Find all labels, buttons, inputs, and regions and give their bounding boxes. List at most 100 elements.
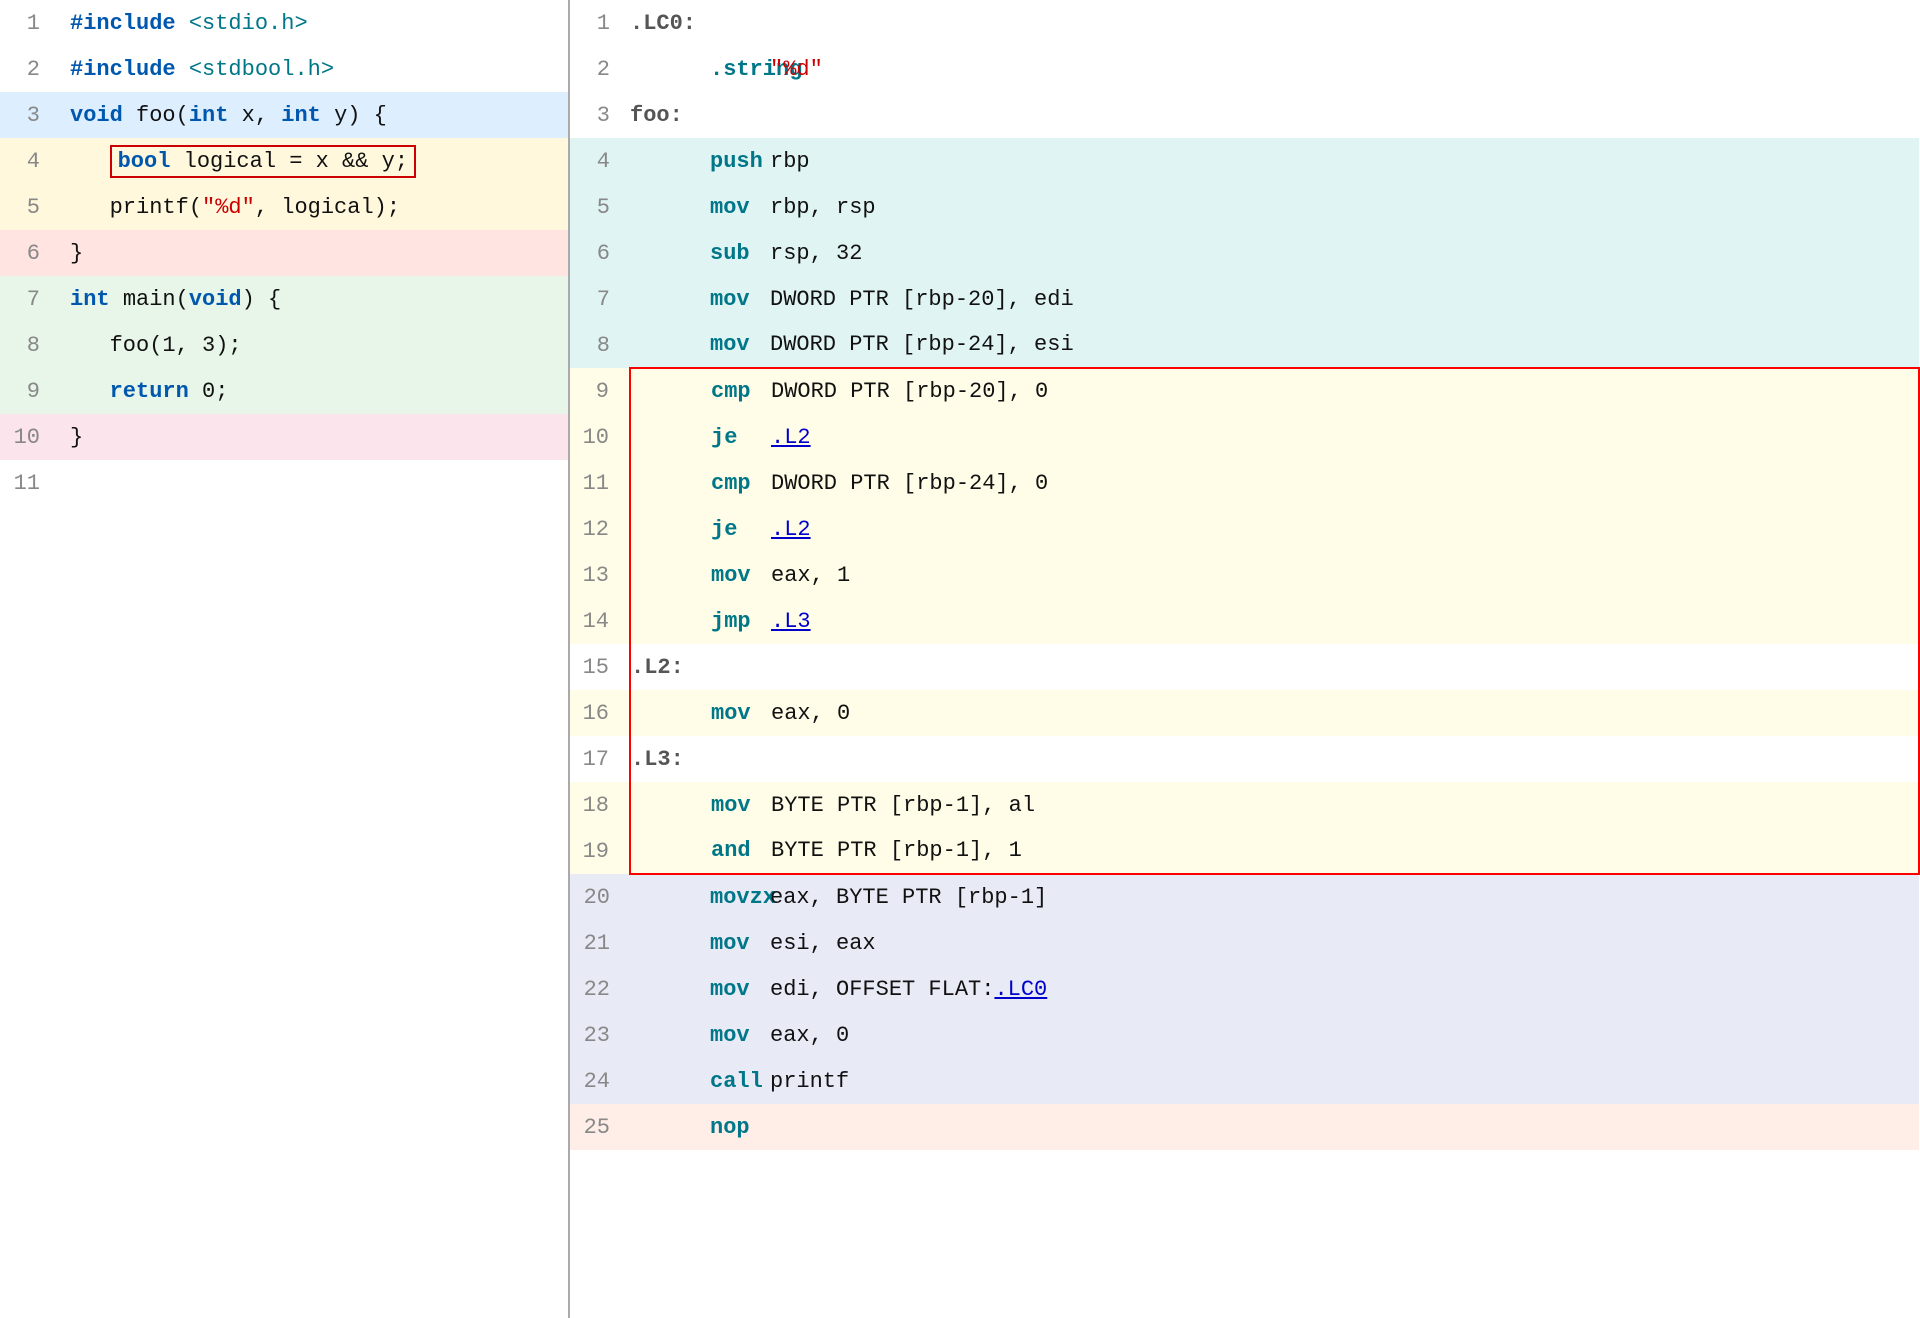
asm-content: je.L2 bbox=[630, 506, 1919, 552]
asm-content: moveax, 0 bbox=[630, 690, 1919, 736]
left-line-2: 2#include <stdbool.h> bbox=[0, 46, 568, 92]
asm-line-15: 15.L2: bbox=[570, 644, 1919, 690]
asm-mnemonic: jmp bbox=[631, 609, 751, 634]
line-number: 5 bbox=[0, 184, 60, 230]
asm-content: moveax, 1 bbox=[630, 552, 1919, 598]
asm-operands: eax, 1 bbox=[751, 563, 850, 588]
asm-mnemonic: mov bbox=[630, 287, 750, 312]
asm-line-number: 25 bbox=[570, 1104, 630, 1150]
asm-line-24: 24callprintf bbox=[570, 1058, 1919, 1104]
asm-line-25: 25nop bbox=[570, 1104, 1919, 1150]
code-content: foo(1, 3); bbox=[60, 322, 568, 368]
asm-mnemonic: cmp bbox=[631, 471, 751, 496]
asm-line-3: 3foo: bbox=[570, 92, 1919, 138]
asm-mnemonic: mov bbox=[630, 931, 750, 956]
asm-operands: rbp bbox=[750, 149, 810, 174]
asm-content: andBYTE PTR [rbp-1], 1 bbox=[630, 828, 1919, 874]
code-content: int main(void) { bbox=[60, 276, 568, 322]
line-number: 7 bbox=[0, 276, 60, 322]
highlight-box: bool logical = x && y; bbox=[110, 145, 416, 178]
asm-mnemonic: .string bbox=[630, 57, 750, 82]
asm-operands: eax, 0 bbox=[751, 701, 850, 726]
left-line-10: 10} bbox=[0, 414, 568, 460]
code-content: } bbox=[60, 414, 568, 460]
asm-content: .L2: bbox=[630, 644, 1919, 690]
asm-line-number: 11 bbox=[570, 460, 630, 506]
line-number: 8 bbox=[0, 322, 60, 368]
right-code-table: 1.LC0:2.string"%d"3foo:4pushrbp5movrbp, … bbox=[570, 0, 1920, 1150]
asm-label: .LC0: bbox=[630, 11, 696, 36]
asm-operands: .L3 bbox=[751, 609, 811, 634]
code-content: #include <stdbool.h> bbox=[60, 46, 568, 92]
asm-content: moveax, 0 bbox=[630, 1012, 1919, 1058]
asm-line-23: 23moveax, 0 bbox=[570, 1012, 1919, 1058]
asm-line-number: 24 bbox=[570, 1058, 630, 1104]
asm-operands: eax, BYTE PTR [rbp-1] bbox=[750, 885, 1047, 910]
asm-mnemonic: cmp bbox=[631, 379, 751, 404]
asm-label: foo: bbox=[630, 103, 683, 128]
asm-line-number: 20 bbox=[570, 874, 630, 920]
asm-line-number: 2 bbox=[570, 46, 630, 92]
asm-label: .L2: bbox=[631, 655, 684, 680]
asm-line-8: 8movDWORD PTR [rbp-24], esi bbox=[570, 322, 1919, 368]
code-content: printf("%d", logical); bbox=[60, 184, 568, 230]
asm-line-number: 7 bbox=[570, 276, 630, 322]
left-line-11: 11 bbox=[0, 460, 568, 506]
asm-mnemonic: je bbox=[631, 517, 751, 542]
asm-line-11: 11cmpDWORD PTR [rbp-24], 0 bbox=[570, 460, 1919, 506]
asm-mnemonic: mov bbox=[631, 793, 751, 818]
asm-operands: esi, eax bbox=[750, 931, 876, 956]
asm-line-9: 9cmpDWORD PTR [rbp-20], 0 bbox=[570, 368, 1919, 414]
asm-operands: DWORD PTR [rbp-24], esi bbox=[750, 332, 1074, 357]
left-code-table: 1#include <stdio.h>2#include <stdbool.h>… bbox=[0, 0, 568, 506]
asm-line-21: 21movesi, eax bbox=[570, 920, 1919, 966]
asm-mnemonic: mov bbox=[630, 977, 750, 1002]
asm-operands: DWORD PTR [rbp-20], edi bbox=[750, 287, 1074, 312]
code-content: void foo(int x, int y) { bbox=[60, 92, 568, 138]
asm-content: nop bbox=[630, 1104, 1919, 1150]
line-number: 9 bbox=[0, 368, 60, 414]
asm-mnemonic: mov bbox=[631, 701, 751, 726]
asm-line-14: 14jmp.L3 bbox=[570, 598, 1919, 644]
asm-line-number: 3 bbox=[570, 92, 630, 138]
code-content: } bbox=[60, 230, 568, 276]
asm-content: movesi, eax bbox=[630, 920, 1919, 966]
asm-mnemonic: push bbox=[630, 149, 750, 174]
asm-line-number: 12 bbox=[570, 506, 630, 552]
left-line-9: 9 return 0; bbox=[0, 368, 568, 414]
asm-operands: eax, 0 bbox=[750, 1023, 849, 1048]
asm-line-12: 12je.L2 bbox=[570, 506, 1919, 552]
asm-mnemonic: mov bbox=[630, 195, 750, 220]
left-line-1: 1#include <stdio.h> bbox=[0, 0, 568, 46]
asm-operands: "%d" bbox=[750, 57, 823, 82]
asm-content: cmpDWORD PTR [rbp-20], 0 bbox=[630, 368, 1919, 414]
asm-line-number: 17 bbox=[570, 736, 630, 782]
asm-line-number: 16 bbox=[570, 690, 630, 736]
asm-line-20: 20movzxeax, BYTE PTR [rbp-1] bbox=[570, 874, 1919, 920]
asm-line-2: 2.string"%d" bbox=[570, 46, 1919, 92]
asm-mnemonic: sub bbox=[630, 241, 750, 266]
asm-operands: BYTE PTR [rbp-1], al bbox=[751, 793, 1035, 818]
asm-operands: rsp, 32 bbox=[750, 241, 862, 266]
line-number: 11 bbox=[0, 460, 60, 506]
asm-line-18: 18movBYTE PTR [rbp-1], al bbox=[570, 782, 1919, 828]
asm-content: callprintf bbox=[630, 1058, 1919, 1104]
asm-line-number: 13 bbox=[570, 552, 630, 598]
asm-line-number: 21 bbox=[570, 920, 630, 966]
asm-line-number: 6 bbox=[570, 230, 630, 276]
asm-content: pushrbp bbox=[630, 138, 1919, 184]
asm-mnemonic: movzx bbox=[630, 885, 750, 910]
code-content bbox=[60, 460, 568, 506]
asm-mnemonic: mov bbox=[630, 332, 750, 357]
asm-mnemonic: call bbox=[630, 1069, 750, 1094]
asm-operands: printf bbox=[750, 1069, 849, 1094]
asm-line-number: 18 bbox=[570, 782, 630, 828]
asm-line-22: 22movedi, OFFSET FLAT:.LC0 bbox=[570, 966, 1919, 1012]
asm-line-5: 5movrbp, rsp bbox=[570, 184, 1919, 230]
asm-operands: .L2 bbox=[751, 517, 811, 542]
left-line-6: 6} bbox=[0, 230, 568, 276]
line-number: 10 bbox=[0, 414, 60, 460]
asm-line-number: 10 bbox=[570, 414, 630, 460]
left-line-7: 7int main(void) { bbox=[0, 276, 568, 322]
asm-mnemonic: je bbox=[631, 425, 751, 450]
